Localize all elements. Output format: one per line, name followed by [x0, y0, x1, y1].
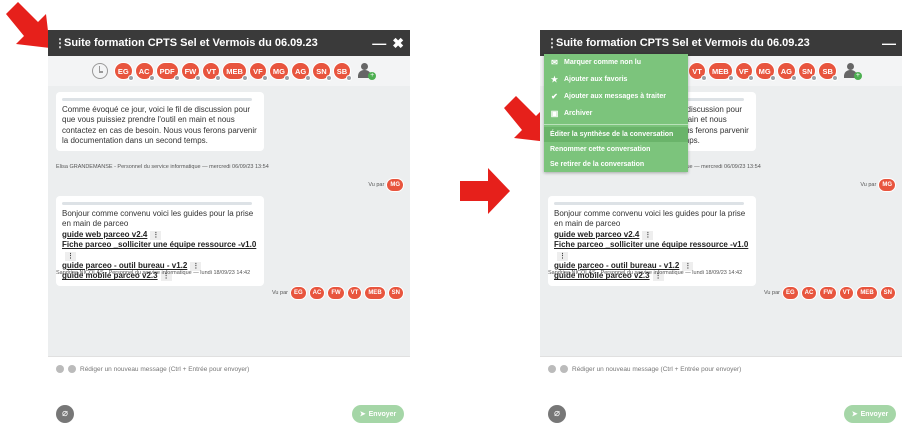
avatar[interactable]: VF [248, 62, 268, 81]
add-user-icon[interactable]: + [842, 62, 862, 80]
emoji-icon[interactable] [56, 365, 64, 373]
check-icon: ✔ [551, 92, 558, 101]
avatar[interactable]: SN [879, 286, 896, 300]
seen-by: Vu par EG AC FW VT MEB SN [764, 286, 896, 300]
clock-icon[interactable] [91, 63, 108, 79]
composer: Rédiger un nouveau message (Ctrl + Entré… [540, 356, 902, 427]
avatar[interactable]: MEB [222, 62, 248, 81]
chat-panel-before: ⋮ Suite formation CPTS Sel et Vermois du… [48, 30, 410, 427]
attachment-link[interactable]: guide web parceo v2.4 ⋮ [554, 230, 750, 240]
chat-titlebar: ⋮ Suite formation CPTS Sel et Vermois du… [48, 30, 410, 56]
menu-item-archive[interactable]: ▣ Archiver [544, 105, 688, 122]
red-arrow-kebab [4, 2, 54, 50]
avatar[interactable]: FW [180, 62, 202, 81]
avatar[interactable]: MEB [708, 62, 734, 81]
avatar[interactable]: PDF [155, 62, 180, 81]
avatar[interactable]: SB [332, 62, 353, 81]
message-input[interactable]: Rédiger un nouveau message (Ctrl + Entré… [80, 366, 249, 373]
help-icon[interactable] [560, 365, 568, 373]
message-bubble: Comme évoqué ce jour, voici le fil de di… [56, 92, 264, 151]
avatar[interactable]: AG [776, 62, 798, 81]
avatar[interactable]: MEB [364, 286, 386, 300]
menu-item-leave[interactable]: Se retirer de la conversation [544, 157, 688, 172]
avatar[interactable]: VT [346, 286, 363, 300]
send-icon: ➤ [851, 411, 858, 418]
avatar[interactable]: AC [800, 286, 818, 300]
avatar[interactable]: AG [291, 62, 312, 81]
seen-by: Vu par MG [368, 178, 404, 192]
avatar[interactable]: EG [781, 286, 799, 300]
avatar[interactable]: SN [798, 62, 818, 81]
envelope-icon: ✉ [551, 58, 558, 67]
kebab-menu-icon[interactable]: ⋮ [546, 36, 558, 50]
avatar[interactable]: MG [878, 178, 896, 192]
help-icon[interactable] [68, 365, 76, 373]
avatar[interactable]: VF [734, 62, 754, 81]
chat-title: Suite formation CPTS Sel et Vermois du 0… [64, 37, 318, 49]
avatar[interactable]: MG [268, 62, 291, 81]
close-icon[interactable]: ✖ [392, 35, 404, 52]
avatar[interactable]: AC [134, 62, 155, 81]
attachment-link[interactable]: Fiche parceo _solliciter une équipe ress… [62, 240, 258, 261]
avatar[interactable]: SB [818, 62, 838, 81]
send-button[interactable]: ➤ Envoyer [844, 405, 896, 423]
attach-icon[interactable]: ⌀ [56, 405, 74, 423]
message-text: Bonjour comme convenu voici les guides p… [62, 209, 254, 229]
add-user-icon[interactable]: + [356, 62, 377, 80]
avatar[interactable]: MG [754, 62, 776, 81]
red-arrow-next [460, 168, 510, 214]
avatar[interactable]: VT [202, 62, 222, 81]
avatar[interactable]: VT [688, 62, 707, 81]
avatar[interactable]: VT [838, 286, 855, 300]
attachment-link[interactable]: guide web parceo v2.4 ⋮ [62, 230, 258, 240]
context-menu: ✉ Marquer comme non lu ★ Ajouter aux favor… [544, 54, 688, 172]
avatar[interactable]: SN [387, 286, 404, 300]
message-meta: Sandrine NICOLAS - Personnel du service … [548, 270, 743, 276]
tutorial-stage: ⋮ Suite formation CPTS Sel et Vermois du… [0, 0, 902, 427]
archive-icon: ▣ [550, 109, 559, 118]
chat-titlebar: ⋮ Suite formation CPTS Sel et Vermois du… [540, 30, 902, 56]
members-bar: EG AC PDF FW VT MEB VF MG AG SN SB + [48, 56, 410, 86]
avatar[interactable]: MG [386, 178, 404, 192]
kebab-menu-icon[interactable]: ⋮ [54, 36, 66, 50]
chat-title: Suite formation CPTS Sel et Vermois du 0… [556, 37, 810, 49]
emoji-icon[interactable] [548, 365, 556, 373]
menu-item-favorite[interactable]: ★ Ajouter aux favoris [544, 71, 688, 88]
menu-item-mark-unread[interactable]: ✉ Marquer comme non lu [544, 54, 688, 71]
message-meta: Sandrine NICOLAS - Personnel du service … [56, 270, 251, 276]
minimize-icon[interactable]: — [372, 35, 386, 52]
message-text: Comme évoqué ce jour, voici le fil de di… [62, 105, 257, 146]
avatar[interactable]: MEB [856, 286, 878, 300]
menu-item-to-process[interactable]: ✔ Ajouter aux messages à traiter [544, 88, 688, 105]
seen-by: Vu par MG [860, 178, 896, 192]
menu-item-edit-summary[interactable]: Éditer la synthèse de la conversation [544, 127, 688, 142]
message-text: Bonjour comme convenu voici les guides p… [554, 209, 746, 229]
message-input[interactable]: Rédiger un nouveau message (Ctrl + Entré… [572, 366, 741, 373]
send-icon: ➤ [359, 411, 366, 418]
seen-by: Vu par EG AC FW VT MEB SN [272, 286, 404, 300]
avatar[interactable]: EG [113, 62, 134, 81]
avatar[interactable]: AC [308, 286, 326, 300]
message-meta: Elisa GRANDEMANSE - Personnel du service… [56, 164, 269, 170]
composer: Rédiger un nouveau message (Ctrl + Entré… [48, 356, 410, 427]
attachment-link[interactable]: Fiche parceo _solliciter une équipe ress… [554, 240, 750, 261]
avatar[interactable]: EG [289, 286, 307, 300]
attach-icon[interactable]: ⌀ [548, 405, 566, 423]
message-list: Comme évoqué ce jour, voici le fil de di… [48, 86, 410, 356]
chat-panel-after: ⋮ Suite formation CPTS Sel et Vermois du… [540, 30, 902, 427]
avatar[interactable]: SN [312, 62, 332, 81]
star-icon: ★ [550, 75, 559, 84]
menu-item-rename[interactable]: Renommer cette conversation [544, 142, 688, 157]
avatar[interactable]: FW [819, 286, 837, 300]
send-button[interactable]: ➤ Envoyer [352, 405, 404, 423]
minimize-icon[interactable]: — [882, 35, 896, 51]
avatar[interactable]: FW [327, 286, 345, 300]
